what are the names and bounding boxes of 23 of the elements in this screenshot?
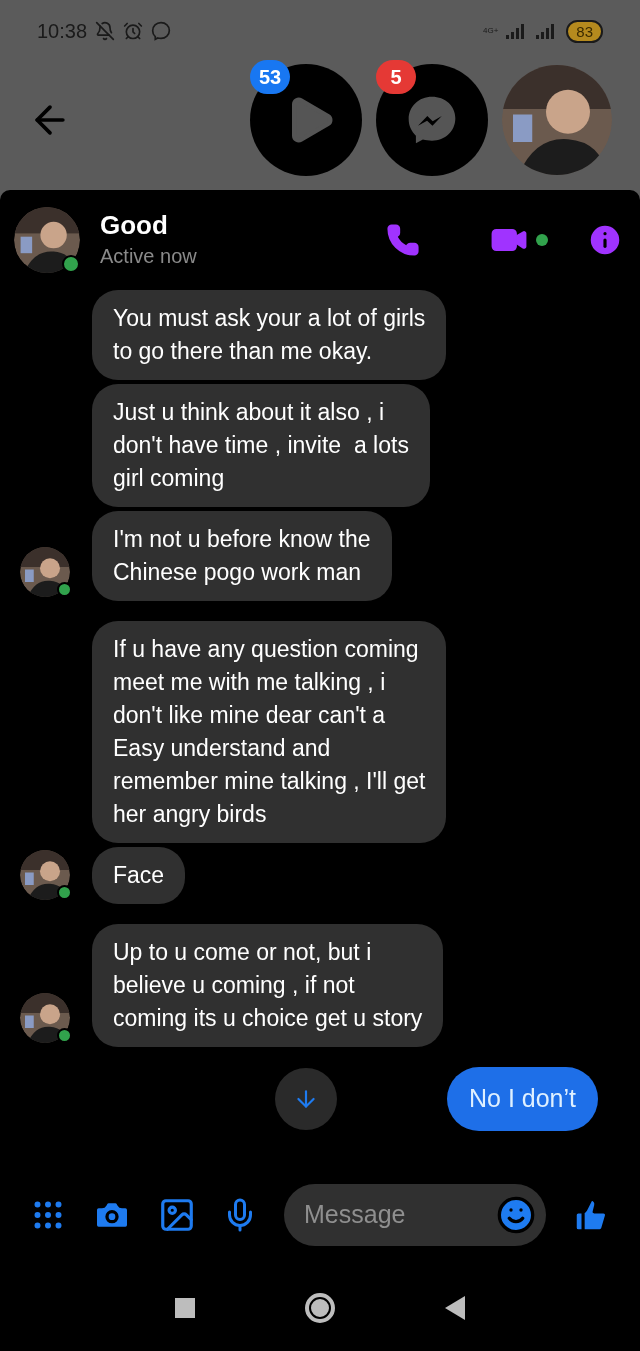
message-bubble: Just u think about it also , i don't have time , invite a lots girl coming bbox=[92, 384, 430, 507]
bell-off-icon bbox=[95, 21, 116, 41]
message-bubble: I'm not u before know the Chinese pogo work man bbox=[92, 511, 392, 601]
message-field[interactable]: Message bbox=[284, 1184, 546, 1246]
notification-badge: 53 bbox=[250, 60, 290, 94]
message-input[interactable]: Message bbox=[304, 1196, 496, 1234]
back-nav-button[interactable] bbox=[445, 1296, 465, 1320]
home-button[interactable] bbox=[305, 1293, 335, 1323]
sent-message-bubble: No I don’t bbox=[447, 1067, 598, 1131]
messenger-icon bbox=[151, 21, 172, 41]
emoji-button[interactable] bbox=[496, 1195, 536, 1235]
contact-name: Good bbox=[100, 208, 169, 242]
clock-time: 10:38 bbox=[37, 19, 88, 44]
notification-badge: 5 bbox=[376, 60, 416, 94]
contact-status: Active now bbox=[100, 244, 198, 270]
message-bubble: Face bbox=[92, 847, 186, 904]
message-bubble: Up to u come or not, but i believe u coming , if not coming its u choice get u story bbox=[92, 924, 444, 1047]
message-bubble: You must ask your a lot of girls to go there than me okay. bbox=[92, 290, 447, 380]
message-bubble: If u have any question coming meet me with me talking , i don't like mine dear can't a Easy understand and remember mine talking , I'll get her angry birds bbox=[92, 621, 447, 843]
phone-button[interactable] bbox=[386, 223, 420, 257]
gallery-button[interactable] bbox=[158, 1196, 196, 1234]
alarm-icon bbox=[123, 21, 144, 41]
battery-level: 83 bbox=[566, 19, 603, 43]
